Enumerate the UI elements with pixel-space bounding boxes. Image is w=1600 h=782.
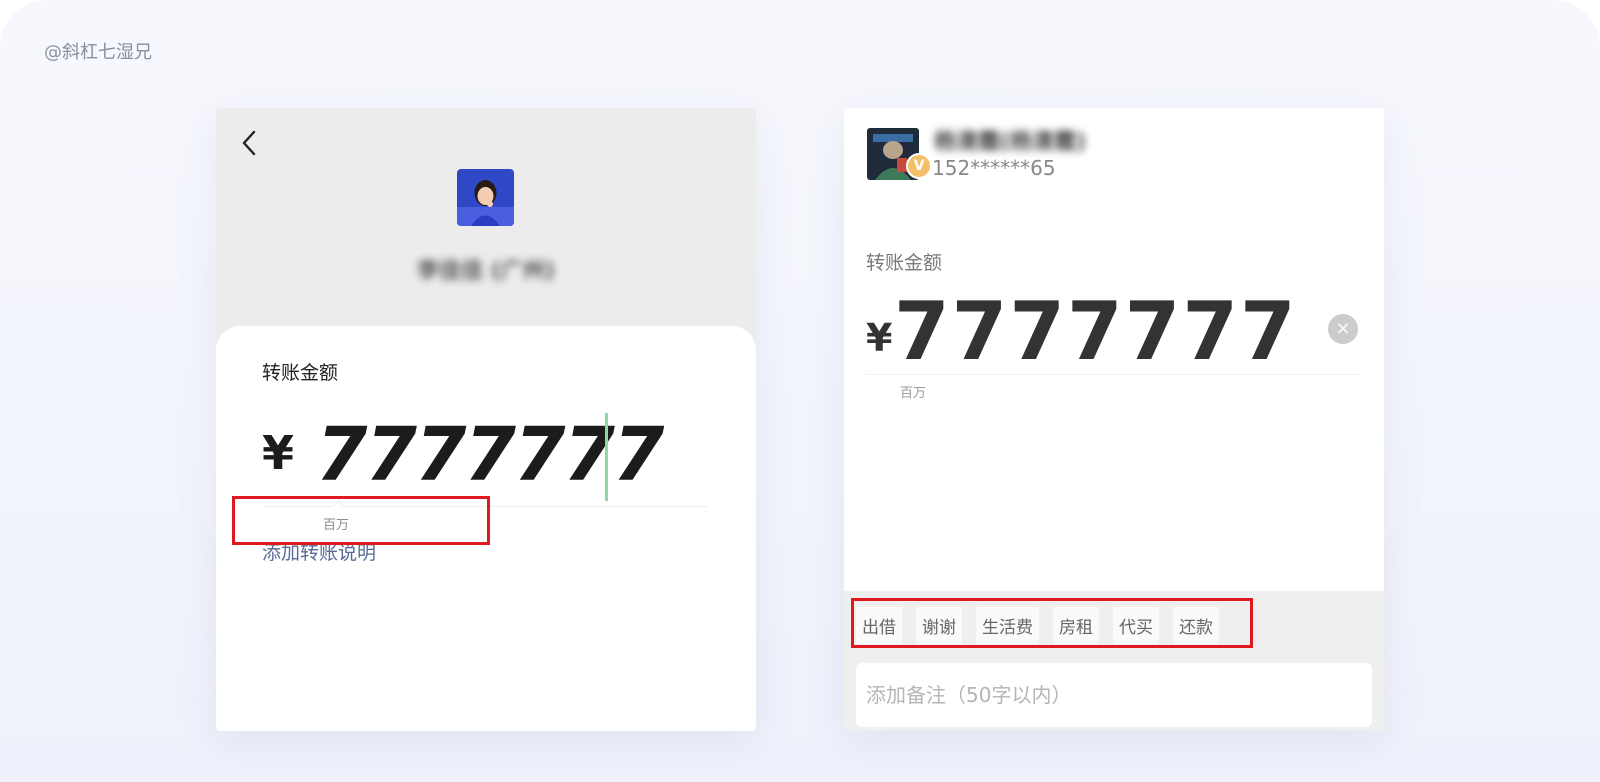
amount-input[interactable]: 7777777 (316, 412, 664, 498)
amount-label: 转账金额 (866, 252, 943, 274)
currency-symbol: ¥ (262, 426, 295, 480)
clear-icon[interactable]: × (1328, 314, 1358, 344)
amount-input[interactable]: 7777777 (894, 284, 1298, 380)
currency-symbol: ¥ (866, 316, 893, 360)
amount-label: 转账金额 (262, 362, 339, 384)
text-caret (605, 413, 608, 501)
verified-badge-icon: V (906, 153, 932, 179)
back-arrow-icon[interactable] (236, 126, 264, 160)
unit-hint-highlight-box (232, 496, 490, 545)
wechat-transfer-panel: 李佳佳 (广州) 转账金额 ¥ 7777777 百万 添加转账说明 (216, 108, 756, 731)
watermark: @斜杠七湿兄 (44, 42, 152, 63)
quick-chips-highlight-box (851, 598, 1253, 648)
recipient-name: 李佳佳 (广州) (417, 259, 555, 284)
recipient-avatar (457, 169, 514, 226)
unit-hint: 百万 (900, 386, 927, 401)
amount-divider (866, 374, 1362, 375)
recipient-phone: 152******65 (932, 156, 1056, 180)
remark-input[interactable] (856, 663, 1372, 727)
canvas: @斜杠七湿兄 李佳佳 (广州) 转账金额 ¥ 7777777 百万 添加转账说明… (0, 0, 1600, 782)
recipient-name: 杨清霞(杨清霞) (934, 130, 1087, 155)
